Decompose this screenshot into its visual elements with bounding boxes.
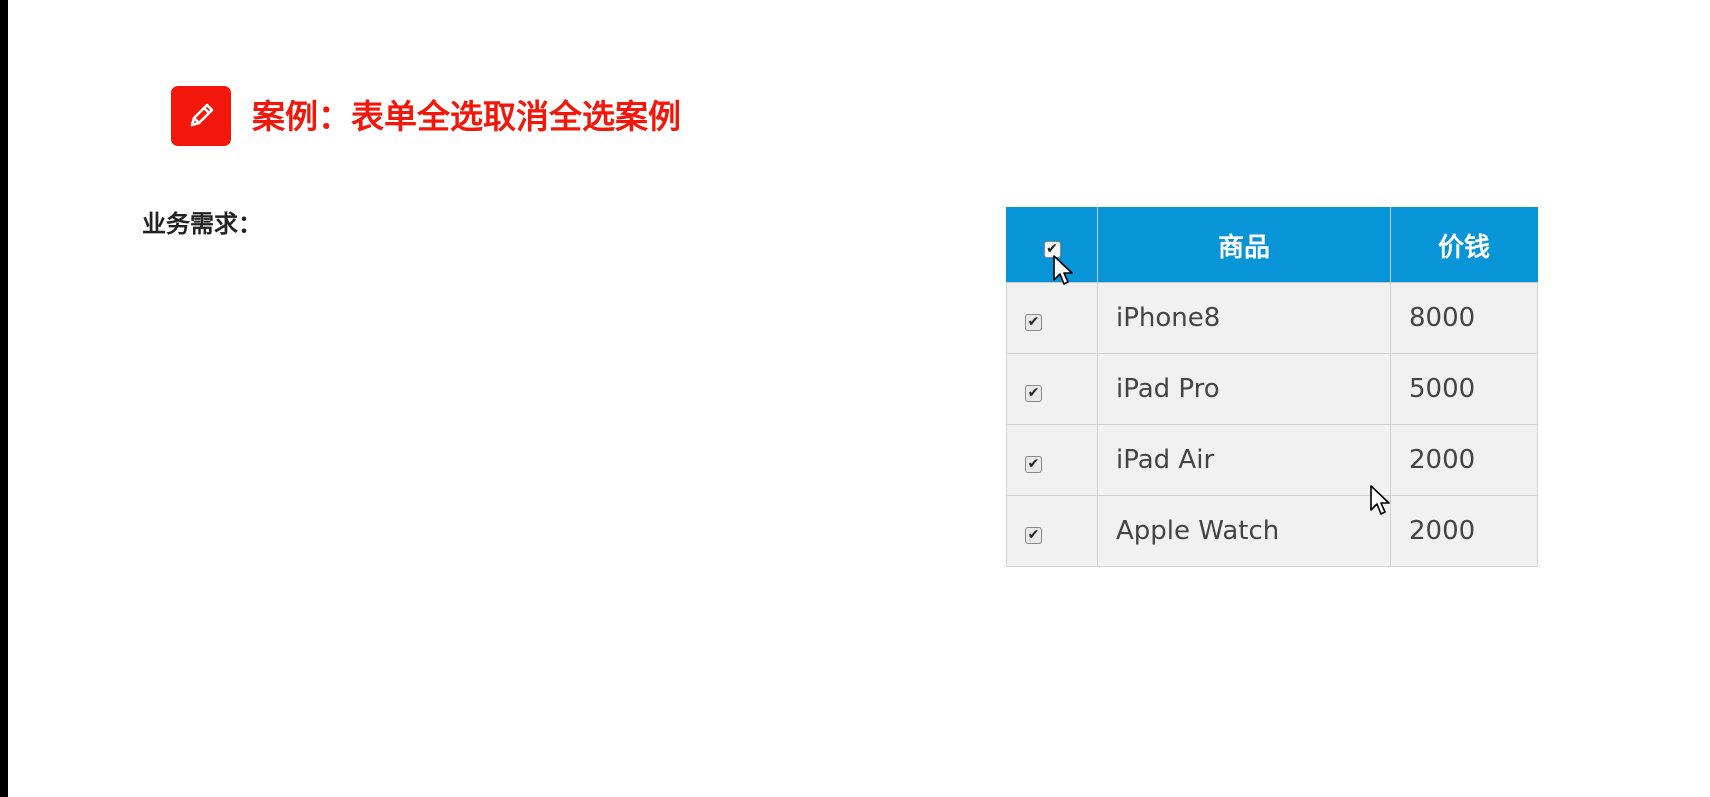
table-row: ✔ iPad Air 2000 (1006, 424, 1538, 496)
table-row: ✔ Apple Watch 2000 (1006, 495, 1538, 567)
page-title: 案例：表单全选取消全选案例 (252, 96, 681, 136)
requirement-label: 业务需求： (142, 210, 262, 238)
product-cell: Apple Watch (1097, 495, 1391, 567)
header-price: 价钱 (1390, 207, 1538, 283)
mouse-cursor-icon (1053, 255, 1073, 285)
price-cell: 2000 (1390, 424, 1538, 496)
table-row: ✔ iPad Pro 5000 (1006, 353, 1538, 425)
row-checkbox[interactable]: ✔ (1025, 384, 1042, 402)
price-cell: 2000 (1390, 495, 1538, 567)
product-cell: iPad Pro (1097, 353, 1391, 425)
left-edge-bar (0, 0, 8, 797)
row-check-cell: ✔ (1006, 495, 1098, 567)
product-cell: iPad Air (1097, 424, 1391, 496)
price-cell: 5000 (1390, 353, 1538, 425)
row-checkbox[interactable]: ✔ (1025, 455, 1042, 473)
row-check-cell: ✔ (1006, 282, 1098, 354)
table-header-row: ✔ 商品 价钱 (1006, 207, 1538, 283)
table-row: ✔ iPhone8 8000 (1006, 282, 1538, 354)
header-product: 商品 (1097, 207, 1391, 283)
product-table-container: ✔ 商品 价钱 ✔ iPhone8 8000 ✔ iPad Pro 5000 ✔… (1006, 207, 1538, 567)
row-checkbox[interactable]: ✔ (1025, 526, 1042, 544)
product-cell: iPhone8 (1097, 282, 1391, 354)
product-table: ✔ 商品 价钱 ✔ iPhone8 8000 ✔ iPad Pro 5000 ✔… (1006, 207, 1538, 567)
row-check-cell: ✔ (1006, 353, 1098, 425)
mouse-cursor-icon (1370, 485, 1390, 515)
price-cell: 8000 (1390, 282, 1538, 354)
row-check-cell: ✔ (1006, 424, 1098, 496)
pencil-icon (171, 86, 231, 146)
row-checkbox[interactable]: ✔ (1025, 313, 1042, 331)
section-title: 案例：表单全选取消全选案例 (171, 86, 681, 146)
